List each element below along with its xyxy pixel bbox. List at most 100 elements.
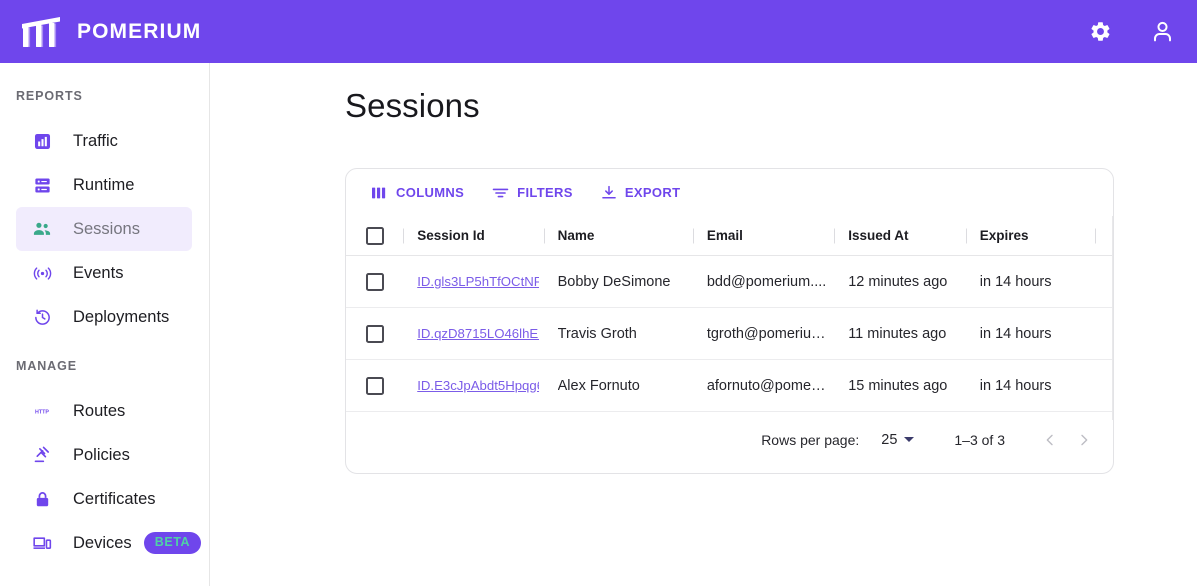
chevron-down-icon	[904, 437, 915, 442]
cell-email: afornuto@pome…	[693, 360, 834, 411]
cell-name: Travis Groth	[544, 308, 693, 359]
previous-page-button[interactable]	[1033, 423, 1067, 457]
svg-text:HTTP: HTTP	[35, 409, 49, 415]
cell-text: bdd@pomerium....	[706, 273, 827, 290]
session-id-link[interactable]: ID.gls3LP5hTfOCtNRUUz	[417, 274, 539, 289]
sidebar-item-label: Runtime	[73, 175, 135, 194]
rows-per-page-select[interactable]: 25	[881, 431, 915, 448]
cell-text: 12 minutes ago	[848, 273, 948, 290]
export-button[interactable]: EXPORT	[592, 179, 690, 206]
sidebar-item-label: Traffic	[73, 131, 118, 150]
row-checkbox[interactable]	[366, 272, 384, 291]
row-checkbox[interactable]	[366, 324, 384, 343]
row-select-cell	[358, 360, 403, 411]
sidebar-item-runtime[interactable]: Runtime	[16, 163, 192, 207]
cell-text: Bobby DeSimone	[557, 273, 671, 290]
row-checkbox[interactable]	[366, 376, 384, 395]
cell-text: Travis Groth	[557, 325, 637, 342]
columns-label: COLUMNS	[396, 185, 465, 200]
account-button[interactable]	[1149, 19, 1175, 45]
column-header-overflow	[1095, 216, 1113, 255]
page-title: Sessions	[345, 87, 480, 124]
cell-issued-at: 11 minutes ago	[834, 308, 966, 359]
rows-per-page-label: Rows per page:	[761, 431, 860, 448]
column-edge-rule	[1112, 216, 1113, 420]
rows-per-page-value: 25	[881, 431, 898, 448]
brand-logo[interactable]: POMERIUM	[20, 15, 201, 48]
sidebar-item-label: Events	[73, 263, 124, 282]
app-root: POMERIUM REPORTS Traffic Runtime Session…	[0, 0, 1197, 586]
sidebar-section-manage-label: MANAGE	[16, 359, 77, 373]
sidebar-item-label: Certificates	[73, 489, 156, 508]
sidebar-item-events[interactable]: Events	[16, 251, 192, 295]
table-toolbar: COLUMNS FILTERS EXPORT	[346, 169, 1113, 216]
sidebar-item-traffic[interactable]: Traffic	[16, 119, 192, 163]
people-icon	[32, 219, 52, 239]
column-header-issued-at[interactable]: Issued At	[834, 216, 966, 255]
settings-button[interactable]	[1087, 19, 1113, 45]
table-row[interactable]: ID.gls3LP5hTfOCtNRUUz Bobby DeSimone bdd…	[346, 256, 1113, 308]
table-row[interactable]: ID.qzD8715LO46lhEh3_t Travis Groth tgrot…	[346, 308, 1113, 360]
sidebar-item-devices[interactable]: Devices BETA	[16, 521, 202, 565]
row-select-cell	[358, 256, 403, 307]
brand-name: POMERIUM	[77, 19, 202, 43]
cell-overflow	[1095, 256, 1113, 307]
http-icon: HTTP	[32, 401, 52, 421]
cell-expires: in 14 hours	[966, 360, 1096, 411]
sidebar-item-deployments[interactable]: Deployments	[16, 295, 192, 339]
cell-text: in 14 hours	[979, 325, 1052, 342]
sidebar-item-label: Policies	[73, 445, 130, 464]
gear-icon	[1089, 20, 1112, 43]
gavel-icon	[32, 445, 52, 465]
table-header-row: Session Id Name Email Issued At Expires	[346, 216, 1113, 256]
sidebar-item-sessions[interactable]: Sessions	[16, 207, 192, 251]
sidebar-item-label: Routes	[73, 401, 126, 420]
filters-label: FILTERS	[517, 185, 573, 200]
columns-icon	[372, 186, 388, 200]
cell-text: in 14 hours	[979, 273, 1052, 290]
filters-button[interactable]: FILTERS	[483, 179, 582, 206]
beta-badge: BETA	[143, 532, 202, 554]
cell-expires: in 14 hours	[966, 308, 1096, 359]
chevron-left-icon	[1042, 432, 1058, 448]
sidebar-item-routes[interactable]: HTTP Routes	[16, 389, 192, 433]
select-all-checkbox[interactable]	[366, 226, 384, 245]
session-id-link[interactable]: ID.E3cJpAbdt5Hpqg6w	[417, 378, 539, 393]
cell-text: 11 minutes ago	[848, 325, 947, 342]
column-header-email[interactable]: Email	[693, 216, 834, 255]
session-id-link[interactable]: ID.qzD8715LO46lhEh3_t	[417, 326, 539, 341]
column-header-name[interactable]: Name	[544, 216, 693, 255]
devices-icon	[32, 533, 52, 553]
row-select-cell	[358, 308, 403, 359]
sidebar-item-certificates[interactable]: Certificates	[16, 477, 192, 521]
column-header-expires[interactable]: Expires	[966, 216, 1096, 255]
table-pagination: Rows per page: 25 1–3 of 3	[346, 412, 1113, 467]
sidebar: REPORTS Traffic Runtime Sessions Events	[0, 63, 210, 586]
filter-icon	[492, 186, 509, 200]
history-icon	[32, 307, 52, 327]
broadcast-icon	[32, 263, 52, 283]
table-row[interactable]: ID.E3cJpAbdt5Hpqg6w Alex Fornuto afornut…	[346, 360, 1113, 412]
sidebar-item-label: Devices	[73, 533, 132, 552]
download-icon	[601, 185, 617, 200]
column-header-session-id[interactable]: Session Id	[403, 216, 543, 255]
sidebar-item-policies[interactable]: Policies	[16, 433, 192, 477]
cell-text: Alex Fornuto	[557, 377, 640, 394]
cell-email: bdd@pomerium....	[693, 256, 834, 307]
sidebar-section-reports-label: REPORTS	[16, 89, 83, 103]
cell-issued-at: 12 minutes ago	[834, 256, 966, 307]
cell-name: Alex Fornuto	[544, 360, 693, 411]
pagination-range: 1–3 of 3	[954, 431, 1005, 448]
next-page-button[interactable]	[1067, 423, 1101, 457]
cell-expires: in 14 hours	[966, 256, 1096, 307]
cell-overflow	[1095, 308, 1113, 359]
cell-text: 15 minutes ago	[848, 377, 948, 394]
columns-button[interactable]: COLUMNS	[363, 179, 473, 206]
topbar-actions	[1087, 19, 1175, 45]
column-header-label: Issued At	[848, 228, 909, 243]
cell-text: in 14 hours	[979, 377, 1052, 394]
export-label: EXPORT	[624, 185, 681, 200]
cell-email: tgroth@pomeriu…	[693, 308, 834, 359]
top-app-bar: POMERIUM	[0, 0, 1197, 63]
column-header-label: Email	[706, 228, 743, 243]
